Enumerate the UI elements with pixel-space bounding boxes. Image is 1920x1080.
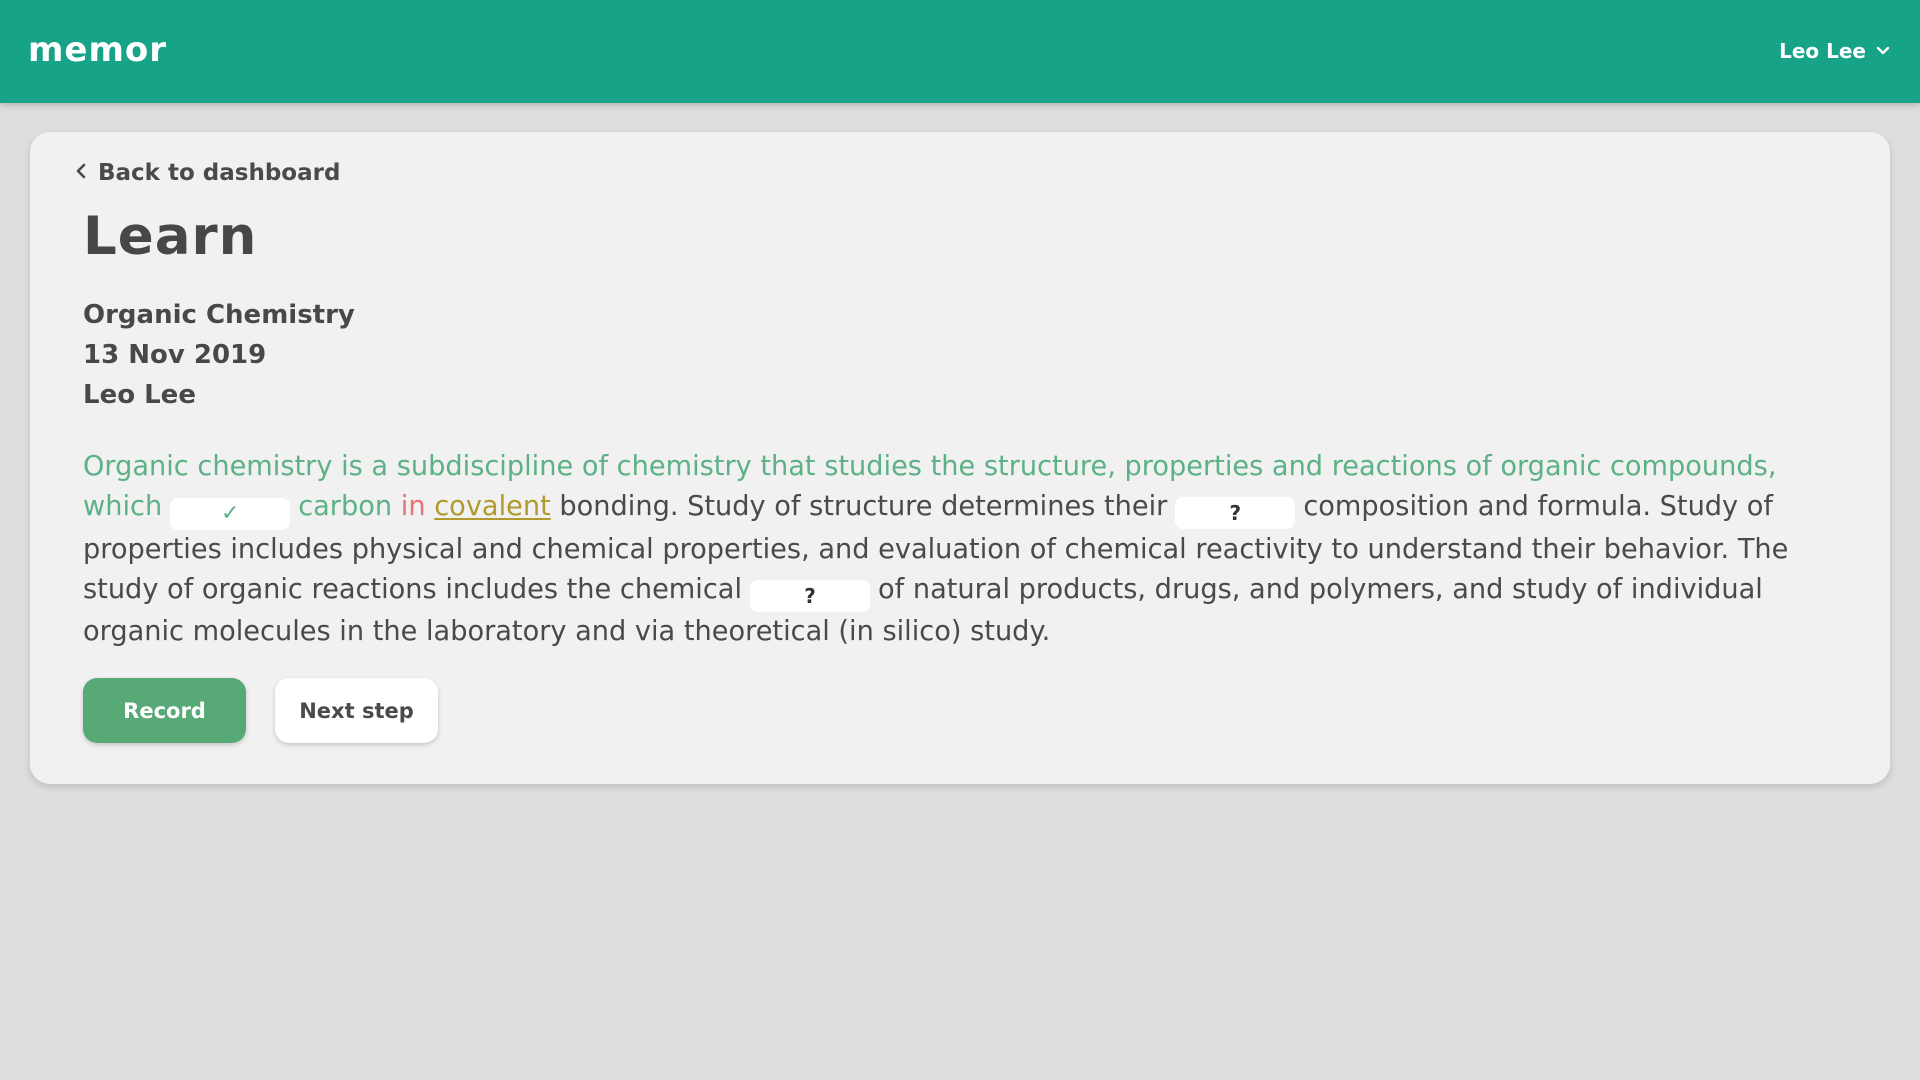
lesson-meta: Organic Chemistry 13 Nov 2019 Leo Lee <box>83 295 355 415</box>
user-menu[interactable]: Leo Lee <box>1779 39 1890 63</box>
passage-partial-word: covalent <box>434 491 551 522</box>
cloze-blank[interactable]: ? <box>1175 497 1296 529</box>
cloze-blank-completed[interactable]: ✓ <box>170 498 291 530</box>
learn-card: Back to dashboard Learn Organic Chemistr… <box>30 132 1890 784</box>
record-button[interactable]: Record <box>83 678 246 743</box>
passage-text: bonding. Study of structure determines t… <box>559 491 1168 522</box>
app-logo[interactable]: memor <box>28 30 167 70</box>
cloze-blank[interactable]: ? <box>750 580 870 612</box>
next-step-button[interactable]: Next step <box>275 678 438 743</box>
page-title: Learn <box>83 206 258 267</box>
back-link-label: Back to dashboard <box>98 160 341 186</box>
user-name: Leo Lee <box>1779 39 1866 63</box>
lesson-author: Leo Lee <box>83 380 196 410</box>
lesson-date: 13 Nov 2019 <box>83 340 267 370</box>
action-buttons: Record Next step <box>83 678 438 743</box>
top-bar: memor Leo Lee <box>0 0 1920 103</box>
chevron-down-icon <box>1876 46 1890 56</box>
back-to-dashboard-link[interactable]: Back to dashboard <box>76 160 340 186</box>
chevron-left-icon <box>76 163 86 183</box>
cloze-passage: Organic chemistry is a subdiscipline of … <box>83 447 1853 652</box>
passage-learned-word: carbon <box>298 491 393 522</box>
passage-wrong-word: in <box>400 491 426 522</box>
course-name: Organic Chemistry <box>83 300 355 330</box>
